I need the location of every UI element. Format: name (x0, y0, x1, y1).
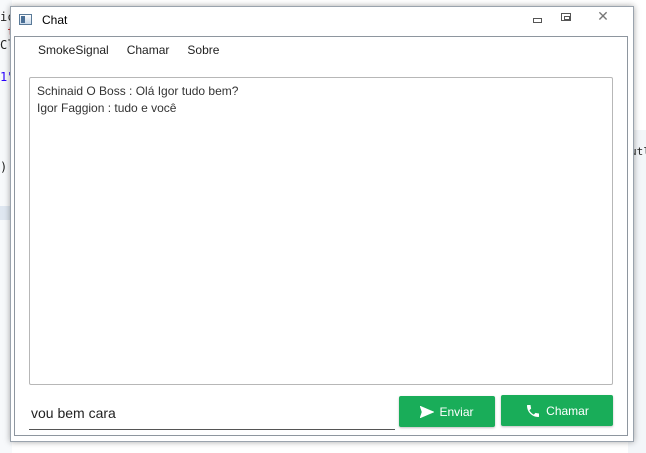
chat-history[interactable]: Schinaid O Boss : Olá Igor tudo bem? Igo… (29, 77, 613, 385)
background-code-fragment: ) (0, 160, 8, 174)
message-input-wrapper (29, 397, 395, 430)
send-button-label: Enviar (439, 404, 474, 419)
window-content: SmokeSignal Chamar Sobre Schinaid O Boss… (14, 36, 628, 436)
phone-icon (525, 403, 541, 419)
minimize-icon (533, 17, 542, 23)
app-icon (19, 14, 32, 25)
message-input[interactable] (29, 401, 393, 425)
send-icon (420, 405, 435, 418)
window-title: Chat (42, 13, 68, 27)
close-button[interactable]: ✕ (580, 7, 626, 27)
call-button[interactable]: Chamar (501, 395, 613, 426)
chat-message: Igor Faggion : tudo e você (37, 101, 177, 115)
menu-bar: SmokeSignal Chamar Sobre (15, 37, 627, 63)
title-bar[interactable]: Chat ✕ (11, 7, 633, 33)
menu-chamar[interactable]: Chamar (118, 43, 179, 57)
send-button[interactable]: Enviar (399, 396, 495, 427)
chat-message: Schinaid O Boss : Olá Igor tudo bem? (37, 84, 239, 98)
minimize-button[interactable] (524, 7, 551, 27)
call-button-label: Chamar (546, 403, 589, 418)
chat-window: Chat ✕ SmokeSignal Chamar Sobre Schinaid… (10, 6, 634, 442)
menu-sobre[interactable]: Sobre (178, 43, 228, 57)
menu-smokesignal[interactable]: SmokeSignal (29, 43, 118, 57)
maximize-icon (560, 13, 571, 21)
maximize-button[interactable] (552, 7, 579, 27)
close-icon: ✕ (597, 9, 609, 25)
